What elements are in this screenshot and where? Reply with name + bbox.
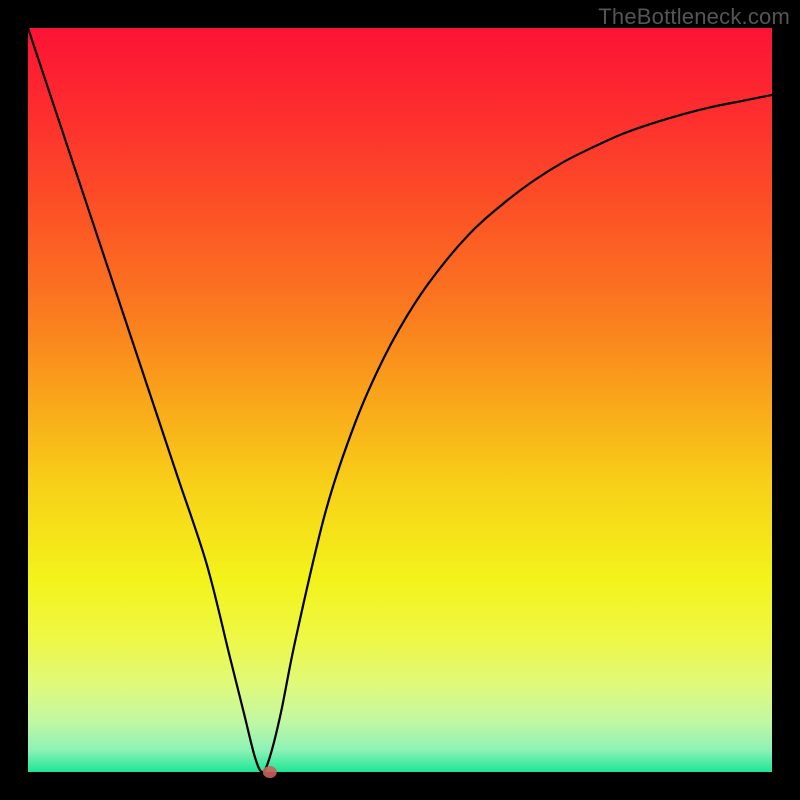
- bottleneck-curve-chart: [0, 0, 800, 800]
- optimal-point-marker: [263, 766, 277, 778]
- chart-container: TheBottleneck.com: [0, 0, 800, 800]
- attribution-label: TheBottleneck.com: [598, 4, 790, 30]
- chart-gradient-background: [28, 28, 772, 772]
